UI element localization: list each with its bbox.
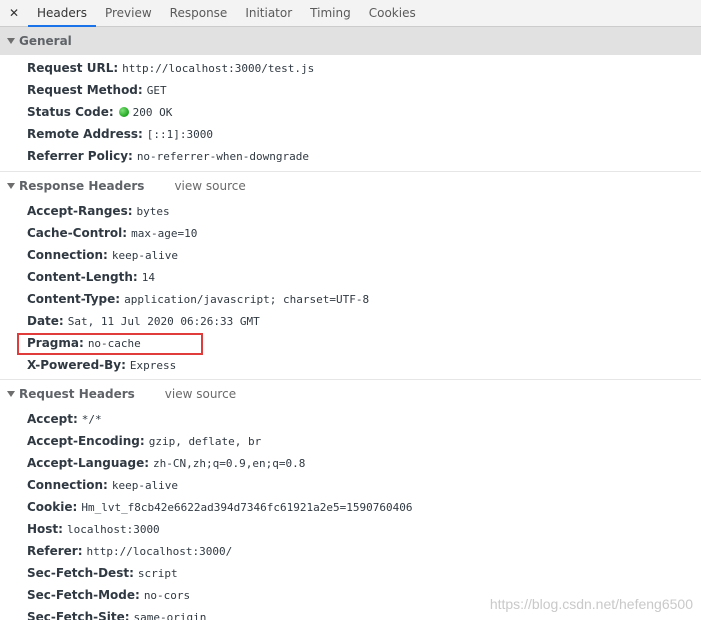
close-icon[interactable]: ✕ [0, 0, 28, 26]
header-value: script [137, 567, 178, 580]
header-value: http://localhost:3000/ [86, 545, 233, 558]
header-row: Request Method: GET [0, 79, 701, 101]
header-value: no-referrer-when-downgrade [136, 150, 309, 163]
header-row: Content-Type: application/javascript; cha… [0, 288, 701, 310]
header-row: Cookie: Hm_lvt_f8cb42e6622ad394d7346fc619… [0, 496, 701, 518]
header-row: Content-Length: 14 [0, 266, 701, 288]
devtools-tab-bar: ✕ Headers Preview Response Initiator Tim… [0, 0, 701, 27]
header-row: Sec-Fetch-Dest: script [0, 562, 701, 584]
header-key: Cache-Control: [27, 226, 128, 240]
header-key: Sec-Fetch-Mode: [27, 588, 140, 602]
expand-triangle-icon [7, 182, 15, 189]
header-key: Host: [27, 522, 63, 536]
expand-triangle-icon [7, 390, 15, 397]
header-row: Accept-Encoding: gzip, deflate, br [0, 430, 701, 452]
header-row: Referer: http://localhost:3000/ [0, 540, 701, 562]
watermark: https://blog.csdn.net/hefeng6500 [489, 596, 693, 612]
request-headers-body: Accept: */* Accept-Encoding: gzip, deflate… [0, 407, 701, 620]
header-value: Express [129, 359, 177, 372]
tab-timing[interactable]: Timing [301, 0, 360, 26]
header-value: 14 [141, 271, 155, 284]
request-view-source-link[interactable]: view source [165, 387, 236, 401]
header-value: application/javascript; charset=UTF-8 [124, 293, 370, 306]
header-value: Sat, 11 Jul 2020 06:26:33 GMT [67, 315, 260, 328]
response-view-source-link[interactable]: view source [174, 179, 245, 193]
headers-panel: General Request URL: http://localhost:300… [0, 27, 701, 620]
header-row: Accept-Ranges: bytes [0, 200, 701, 222]
header-row: Accept: */* [0, 408, 701, 430]
general-section-header[interactable]: General [0, 27, 701, 55]
header-value: localhost:3000 [66, 523, 160, 536]
header-value: http://localhost:3000/test.js [122, 62, 315, 75]
response-headers-body: Accept-Ranges: bytes Cache-Control: max-ag… [0, 199, 701, 379]
header-key: Referrer Policy: [27, 149, 133, 163]
header-row: Remote Address: [::1]:3000 [0, 123, 701, 145]
header-key: Accept-Encoding: [27, 434, 145, 448]
request-headers-title: Request Headers [19, 386, 135, 401]
header-value: Hm_lvt_f8cb42e6622ad394d7346fc61921a2e5=… [81, 501, 413, 514]
header-key: Accept: [27, 412, 78, 426]
status-ok-icon [118, 107, 129, 117]
expand-triangle-icon [7, 37, 15, 44]
header-row: Status Code: 200 OK [0, 101, 701, 123]
header-value: bytes [136, 205, 170, 218]
header-row: Connection: keep-alive [0, 474, 701, 496]
header-value: no-cors [143, 589, 191, 602]
header-key: Content-Length: [27, 270, 138, 284]
header-value: */* [81, 413, 102, 426]
general-section-title: General [19, 33, 72, 48]
header-key: Sec-Fetch-Site: [27, 610, 130, 620]
header-key: X-Powered-By: [27, 358, 126, 372]
header-key: Request Method: [27, 83, 143, 97]
tab-response[interactable]: Response [161, 0, 237, 26]
header-key: Remote Address: [27, 127, 143, 141]
header-value: max-age=10 [131, 227, 198, 240]
response-headers-section-header[interactable]: Response Headers view source [0, 171, 701, 199]
header-key: Accept-Ranges: [27, 204, 133, 218]
header-key: Request URL: [27, 61, 119, 75]
header-row: X-Powered-By: Express [0, 354, 701, 376]
header-key: Status Code: [27, 105, 114, 119]
header-row: Host: localhost:3000 [0, 518, 701, 540]
header-value: no-cache [87, 337, 141, 350]
header-row-highlighted: Pragma: no-cache [0, 332, 701, 355]
tab-initiator[interactable]: Initiator [236, 0, 301, 26]
header-value: GET [146, 84, 167, 97]
header-value: keep-alive [111, 249, 179, 262]
header-key: Connection: [27, 478, 108, 492]
header-value: same-origin [133, 611, 207, 620]
header-key: Date: [27, 314, 64, 328]
header-row: Date: Sat, 11 Jul 2020 06:26:33 GMT [0, 310, 701, 332]
header-row: Request URL: http://localhost:3000/test.j… [0, 57, 701, 79]
header-value: gzip, deflate, br [148, 435, 262, 448]
header-value: [::1]:3000 [146, 128, 214, 141]
response-headers-title: Response Headers [19, 178, 145, 193]
header-row: Cache-Control: max-age=10 [0, 222, 701, 244]
header-key: Accept-Language: [27, 456, 150, 470]
header-key: Cookie: [27, 500, 78, 514]
header-key: Referer: [27, 544, 83, 558]
header-value: 200 OK [132, 106, 173, 119]
header-key: Connection: [27, 248, 108, 262]
header-key: Content-Type: [27, 292, 121, 306]
general-section-body: Request URL: http://localhost:3000/test.j… [0, 55, 701, 171]
header-value: zh-CN,zh;q=0.9,en;q=0.8 [153, 457, 306, 470]
header-row: Connection: keep-alive [0, 244, 701, 266]
tab-preview[interactable]: Preview [96, 0, 161, 26]
header-key: Sec-Fetch-Dest: [27, 566, 134, 580]
header-key: Pragma: [27, 336, 84, 350]
tab-headers[interactable]: Headers [28, 0, 96, 27]
header-row: Referrer Policy: no-referrer-when-downgra… [0, 145, 701, 167]
request-headers-section-header[interactable]: Request Headers view source [0, 379, 701, 407]
header-value: keep-alive [111, 479, 179, 492]
tab-cookies[interactable]: Cookies [360, 0, 425, 26]
header-row: Accept-Language: zh-CN,zh;q=0.9,en;q=0.8 [0, 452, 701, 474]
